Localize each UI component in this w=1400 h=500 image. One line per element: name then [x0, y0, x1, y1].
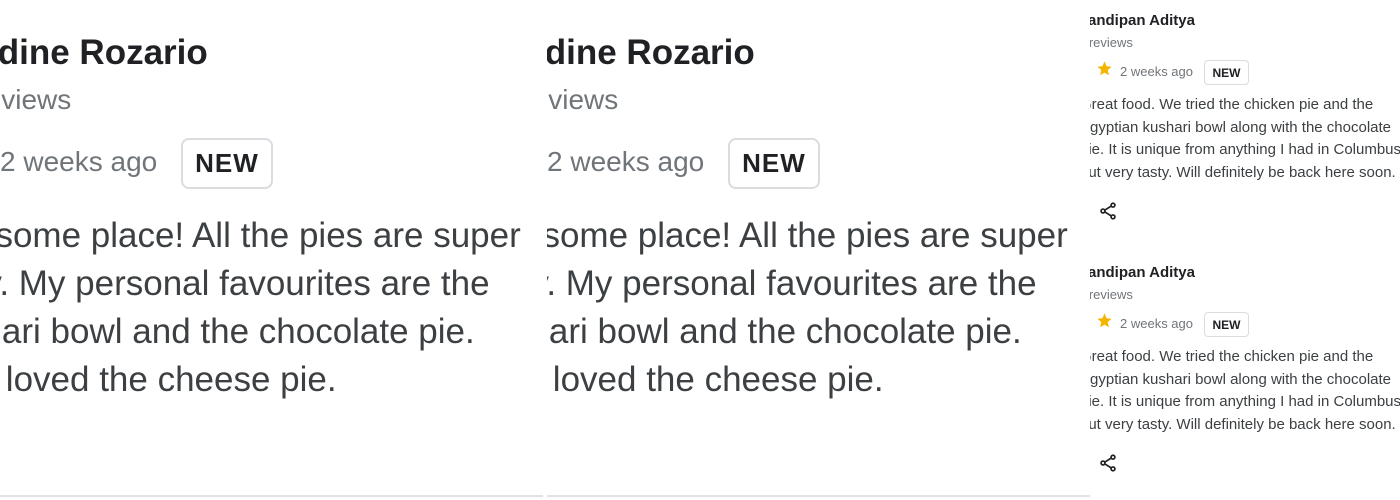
reviewer-review-count: 9 reviews: [1090, 35, 1133, 50]
new-badge: NEW: [181, 138, 273, 189]
new-badge: NEW: [1204, 60, 1249, 85]
reviewer-name[interactable]: Sandipan Aditya: [1090, 264, 1195, 281]
review-time: 2 weeks ago: [0, 146, 158, 177]
new-badge: NEW: [728, 138, 820, 189]
reviewer-review-count: 5 reviews: [0, 84, 72, 115]
review-text: Great food. We tried the chicken pie and…: [1090, 96, 1400, 181]
review-time: 2 weeks ago: [1120, 316, 1193, 331]
review-card: Sandipan Aditya 9 reviews 2 weeks ago NE…: [1090, 0, 1400, 252]
zoomed-review-panel-left: Nadine Rozario 5 reviews 2 weeks ago NEW…: [0, 0, 543, 500]
star-icon: [1097, 61, 1112, 76]
review-card: Sandipan Aditya 9 reviews 2 weeks ago NE…: [1090, 252, 1400, 500]
star-icon: [1097, 313, 1112, 328]
review-text: Awesome place! All the pies are super ta…: [0, 216, 521, 399]
reviewer-review-count: 5 reviews: [547, 84, 619, 115]
review-text: Great food. We tried the chicken pie and…: [1090, 348, 1400, 433]
review-time: 2 weeks ago: [1120, 64, 1193, 79]
review-text: Awesome place! All the pies are super ta…: [547, 216, 1068, 399]
share-icon[interactable]: [1098, 453, 1118, 473]
divider: [547, 495, 1090, 497]
reviewer-name[interactable]: Nadine Rozario: [0, 33, 208, 73]
review-time: 2 weeks ago: [547, 146, 705, 177]
share-icon[interactable]: [1098, 201, 1118, 221]
review-list-panel: Sandipan Aditya 9 reviews 2 weeks ago NE…: [1090, 0, 1400, 500]
divider: [0, 495, 543, 497]
reviewer-name[interactable]: Nadine Rozario: [547, 33, 755, 73]
reviewer-name[interactable]: Sandipan Aditya: [1090, 12, 1195, 29]
new-badge: NEW: [1204, 312, 1249, 337]
zoomed-review-panel-right: Nadine Rozario 5 reviews 2 weeks ago NEW…: [547, 0, 1090, 500]
reviewer-review-count: 9 reviews: [1090, 287, 1133, 302]
